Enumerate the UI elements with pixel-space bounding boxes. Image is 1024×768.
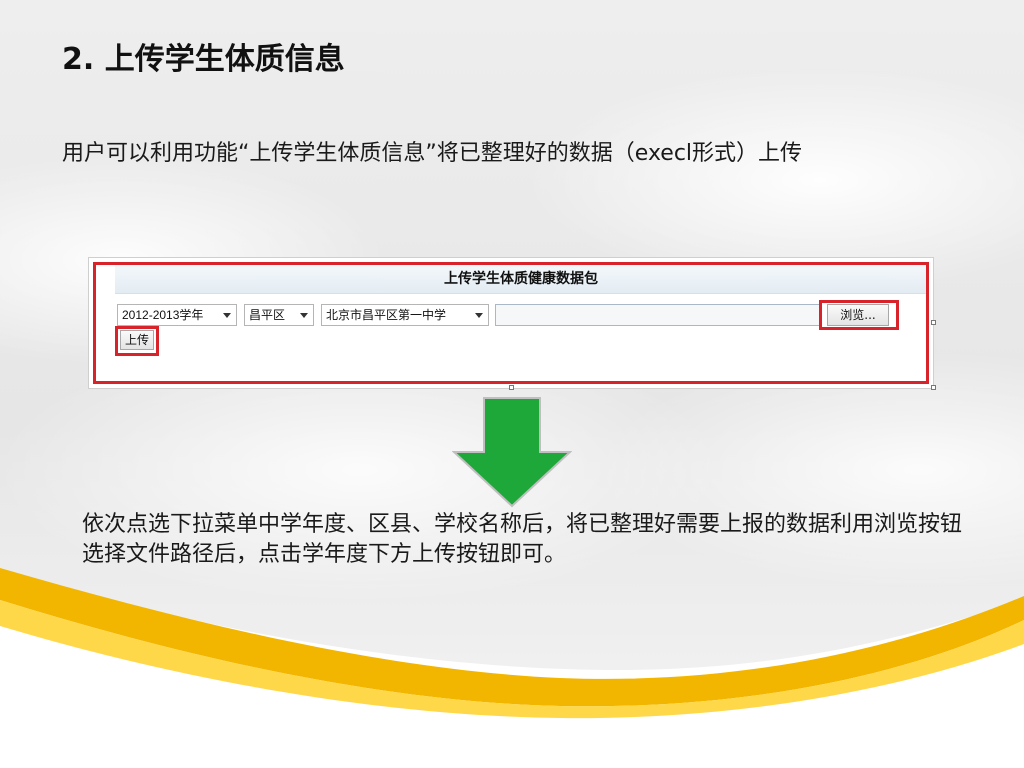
intro-text: 用户可以利用功能“上传学生体质信息”将已整理好的数据（execl形式）上传 (62, 141, 803, 166)
down-arrow-icon (452, 397, 572, 508)
yellow-swoosh-decoration (0, 568, 1024, 768)
browse-highlight-box (819, 300, 899, 330)
instruction-text: 依次点选下拉菜单中学年度、区县、学校名称后，将已整理好需要上报的数据利用浏览按钮… (82, 512, 963, 567)
upload-form-screenshot: 上传学生体质健康数据包 2012-2013学年 昌平区 北京市昌平区第一中学 浏… (88, 257, 936, 390)
form-highlight-frame (93, 262, 929, 384)
upload-highlight-box (115, 326, 159, 356)
resize-handle (931, 320, 936, 325)
slide-title: 2. 上传学生体质信息 (62, 42, 345, 77)
resize-handle (509, 385, 514, 390)
resize-handle (931, 385, 936, 390)
